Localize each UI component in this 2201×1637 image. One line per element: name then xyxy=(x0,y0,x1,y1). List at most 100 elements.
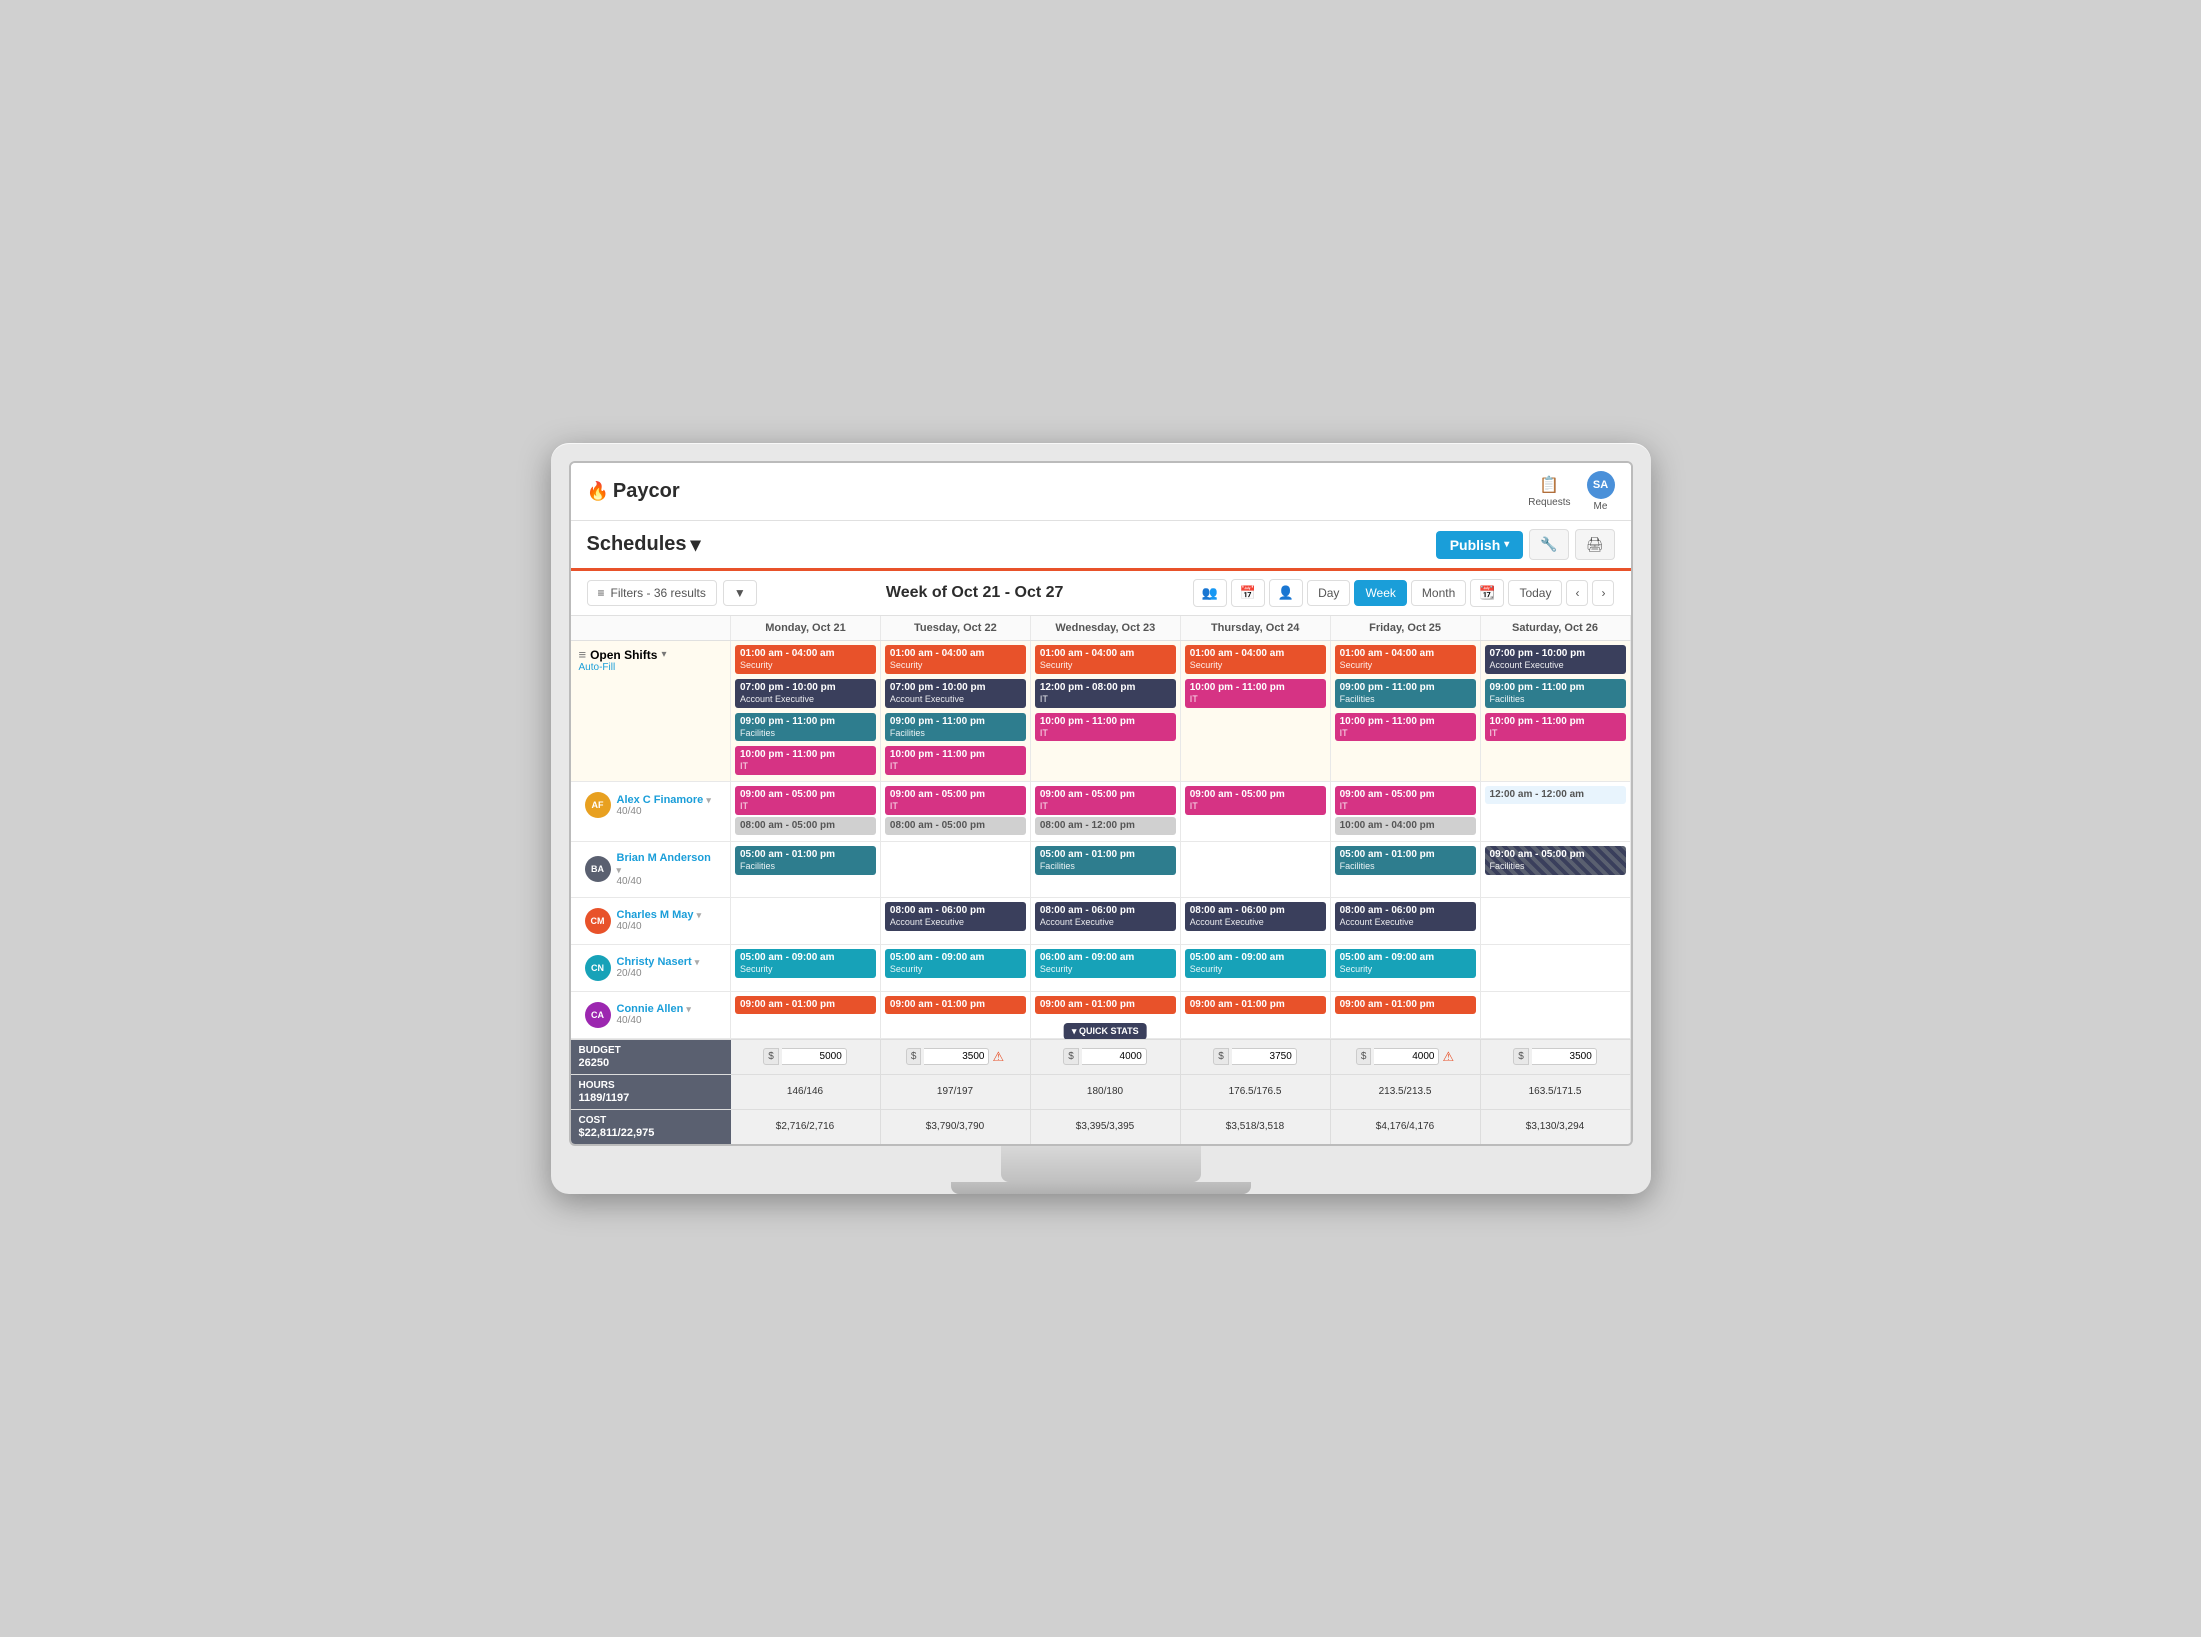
shift-block[interactable]: 09:00 pm - 11:00 pm Facilities xyxy=(1335,679,1476,708)
budget-input-3[interactable] xyxy=(1232,1048,1297,1065)
day-view-button[interactable]: Day xyxy=(1307,580,1350,606)
employee-name-3[interactable]: Christy Nasert ▾ xyxy=(617,956,717,968)
shift-block[interactable]: 12:00 am - 12:00 am xyxy=(1485,786,1626,804)
shift-block[interactable]: 01:00 am - 04:00 am Security xyxy=(1035,645,1176,674)
employee-name-0[interactable]: Alex C Finamore ▾ xyxy=(617,794,717,806)
shift-block[interactable]: 08:00 am - 05:00 pm xyxy=(735,817,876,835)
shift-block[interactable]: 09:00 am - 05:00 pm IT xyxy=(1335,786,1476,815)
month-view-button[interactable]: Month xyxy=(1411,580,1466,606)
shift-block[interactable]: 05:00 am - 09:00 am Security xyxy=(885,949,1026,978)
shift-block[interactable]: 08:00 am - 06:00 pm Account Executive xyxy=(1035,902,1176,931)
shift-block[interactable]: 10:00 pm - 11:00 pm IT xyxy=(735,746,876,775)
shift-block[interactable]: 08:00 am - 06:00 pm Account Executive xyxy=(1335,902,1476,931)
shift-block[interactable]: 09:00 am - 01:00 pm xyxy=(1035,996,1176,1014)
schedules-title[interactable]: Schedules ▾ xyxy=(587,532,701,557)
hours-value-4: 213.5/213.5 xyxy=(1379,1086,1432,1097)
shift-block[interactable]: 08:00 am - 06:00 pm Account Executive xyxy=(885,902,1026,931)
shift-block[interactable]: 09:00 am - 05:00 pm IT xyxy=(735,786,876,815)
publish-button[interactable]: Publish ▾ xyxy=(1436,531,1524,559)
open-shifts-shifts: 01:00 am - 04:00 am Security 12:00 pm - … xyxy=(1035,645,1176,743)
employee-hours-1: 40/40 xyxy=(617,876,717,887)
shift-block[interactable]: 05:00 am - 09:00 am Security xyxy=(735,949,876,978)
employee-2-day-4: 08:00 am - 06:00 pm Account Executive xyxy=(1330,897,1480,944)
me-nav[interactable]: SA Me xyxy=(1587,471,1615,512)
dollar-sign-0: $ xyxy=(763,1048,779,1065)
shift-block[interactable]: 09:00 pm - 11:00 pm Facilities xyxy=(735,713,876,742)
prev-week-button[interactable]: ‹ xyxy=(1566,580,1588,606)
employee-1-day-2: 05:00 am - 01:00 pm Facilities xyxy=(1030,841,1180,897)
shift-block[interactable]: 09:00 am - 01:00 pm xyxy=(1335,996,1476,1014)
calendar-view-button[interactable]: 📅 xyxy=(1231,579,1265,607)
shift-block[interactable]: 08:00 am - 12:00 pm xyxy=(1035,817,1176,835)
employee-details-2: Charles M May ▾ 40/40 xyxy=(617,909,717,932)
shift-block[interactable]: 09:00 am - 05:00 pm IT xyxy=(1035,786,1176,815)
requests-nav[interactable]: 📋 Requests xyxy=(1528,475,1570,508)
employee-name-1[interactable]: Brian M Anderson ▾ xyxy=(617,852,717,876)
shift-block[interactable]: 09:00 am - 01:00 pm xyxy=(735,996,876,1014)
clipboard-icon: 📋 xyxy=(1539,475,1559,495)
print-button[interactable]: 🖨 xyxy=(1575,529,1615,560)
employee-avatar-3: CN xyxy=(585,955,611,981)
shift-block[interactable]: 09:00 am - 01:00 pm xyxy=(1185,996,1326,1014)
shift-block[interactable]: 07:00 pm - 10:00 pm Account Executive xyxy=(885,679,1026,708)
dollar-sign-5: $ xyxy=(1513,1048,1529,1065)
filter-options-button[interactable]: ▼ xyxy=(723,580,757,606)
cost-row: COST $22,811/22,975 $2,716/2,716 $3,790/… xyxy=(571,1109,1631,1144)
shift-block[interactable]: 10:00 pm - 11:00 pm IT xyxy=(885,746,1026,775)
shift-block[interactable]: 01:00 am - 04:00 am Security xyxy=(735,645,876,674)
shift-block[interactable]: 05:00 am - 09:00 am Security xyxy=(1185,949,1326,978)
shift-block[interactable]: 01:00 am - 04:00 am Security xyxy=(885,645,1026,674)
budget-input-5[interactable] xyxy=(1532,1048,1597,1065)
auto-fill-link[interactable]: Auto-Fill xyxy=(579,662,616,673)
shift-block[interactable]: 08:00 am - 05:00 pm xyxy=(885,817,1026,835)
filters-button[interactable]: ≡ Filters - 36 results xyxy=(587,580,717,606)
shift-block[interactable]: 10:00 pm - 11:00 pm IT xyxy=(1485,713,1626,742)
shift-block[interactable]: 10:00 pm - 11:00 pm IT xyxy=(1185,679,1326,708)
employee-info-cell: CM Charles M May ▾ 40/40 xyxy=(577,902,725,940)
today-button[interactable]: Today xyxy=(1508,580,1562,606)
shift-block[interactable]: 05:00 am - 09:00 am Security xyxy=(1335,949,1476,978)
shift-block[interactable]: 09:00 pm - 11:00 pm Facilities xyxy=(885,713,1026,742)
hours-row: HOURS 1189/1197 146/146 197/197 180/180 … xyxy=(571,1074,1631,1109)
shift-block[interactable]: 05:00 am - 01:00 pm Facilities xyxy=(1035,846,1176,875)
employee-3-day-3: 05:00 am - 09:00 am Security xyxy=(1180,944,1330,991)
open-shifts-chevron-icon[interactable]: ▾ xyxy=(661,649,666,660)
filter-icon: ≡ xyxy=(598,586,605,600)
employee-chevron-icon: ▾ xyxy=(686,1004,691,1014)
employee-2-day-2: 08:00 am - 06:00 pm Account Executive xyxy=(1030,897,1180,944)
shift-block[interactable]: 10:00 pm - 11:00 pm IT xyxy=(1335,713,1476,742)
employee-name-4[interactable]: Connie Allen ▾ xyxy=(617,1003,717,1015)
shift-block[interactable]: 09:00 pm - 11:00 pm Facilities xyxy=(1485,679,1626,708)
budget-input-4[interactable] xyxy=(1374,1048,1439,1065)
shift-block[interactable]: 09:00 am - 01:00 pm xyxy=(885,996,1026,1014)
shift-block[interactable]: 10:00 pm - 11:00 pm IT xyxy=(1035,713,1176,742)
budget-input-2[interactable] xyxy=(1082,1048,1147,1065)
calendar-icon-button[interactable]: 📆 xyxy=(1470,579,1504,607)
employee-name-2[interactable]: Charles M May ▾ xyxy=(617,909,717,921)
shift-block[interactable]: 07:00 pm - 10:00 pm Account Executive xyxy=(1485,645,1626,674)
shift-block[interactable]: 07:00 pm - 10:00 pm Account Executive xyxy=(735,679,876,708)
shift-block[interactable]: 09:00 am - 05:00 pm Facilities xyxy=(1485,846,1626,875)
shift-block[interactable]: 01:00 am - 04:00 am Security xyxy=(1335,645,1476,674)
publish-chevron-icon: ▾ xyxy=(1504,539,1509,550)
shift-block[interactable]: 12:00 pm - 08:00 pm IT xyxy=(1035,679,1176,708)
budget-input-0[interactable] xyxy=(782,1048,847,1065)
settings-button[interactable]: 🔧 xyxy=(1529,529,1568,560)
budget-input-1[interactable] xyxy=(924,1048,989,1065)
shift-block[interactable]: 05:00 am - 01:00 pm Facilities xyxy=(735,846,876,875)
shift-block[interactable]: 10:00 am - 04:00 pm xyxy=(1335,817,1476,835)
person-view-button[interactable]: 👤 xyxy=(1269,579,1303,607)
shift-block[interactable]: 09:00 am - 05:00 pm IT xyxy=(1185,786,1326,815)
shift-block[interactable]: 08:00 am - 06:00 pm Account Executive xyxy=(1185,902,1326,931)
shift-block[interactable]: 09:00 am - 05:00 pm IT xyxy=(885,786,1026,815)
week-view-button[interactable]: Week xyxy=(1354,580,1406,606)
next-week-button[interactable]: › xyxy=(1592,580,1614,606)
employee-cell-1: BA Brian M Anderson ▾ 40/40 xyxy=(571,841,731,897)
shift-block[interactable]: 05:00 am - 01:00 pm Facilities xyxy=(1335,846,1476,875)
col-header-wed: Wednesday, Oct 23 xyxy=(1030,616,1180,641)
shift-block[interactable]: 06:00 am - 09:00 am Security xyxy=(1035,949,1176,978)
group-view-button[interactable]: 👥 xyxy=(1193,579,1227,607)
shift-block[interactable]: 01:00 am - 04:00 am Security xyxy=(1185,645,1326,674)
warning-icon-1: ⚠ xyxy=(992,1049,1004,1065)
employee-info-cell: CN Christy Nasert ▾ 20/40 xyxy=(577,949,725,987)
